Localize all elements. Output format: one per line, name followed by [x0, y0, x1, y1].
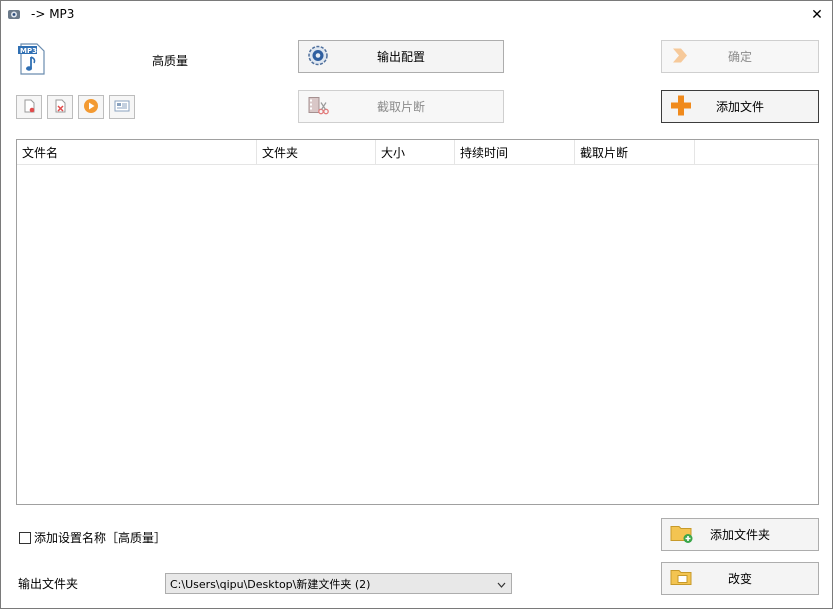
add-setting-name-checkbox[interactable]	[19, 531, 31, 544]
media-info-button[interactable]	[109, 95, 135, 119]
title-bar: -> MP3 ✕	[1, 1, 832, 29]
change-folder-button[interactable]: 改变	[661, 562, 819, 595]
column-header-folder[interactable]: 文件夹	[257, 140, 376, 164]
column-header-size[interactable]: 大小	[376, 140, 455, 164]
plus-icon	[670, 94, 692, 119]
file-list-table[interactable]: 文件名 文件夹 大小 持续时间 截取片断	[16, 139, 819, 505]
folder-icon	[670, 566, 694, 591]
column-header-clip[interactable]: 截取片断	[575, 140, 695, 164]
play-button[interactable]	[78, 95, 104, 119]
change-label: 改变	[727, 572, 752, 586]
add-file-label: 添加文件	[715, 100, 764, 114]
play-icon	[83, 98, 99, 117]
film-scissors-icon	[307, 94, 329, 119]
svg-text:MP3: MP3	[20, 47, 37, 55]
close-icon: ✕	[811, 7, 823, 23]
info-icon	[114, 99, 130, 116]
app-icon	[7, 7, 21, 21]
quality-label: 高质量	[152, 54, 189, 68]
window-title: -> MP3	[31, 7, 75, 21]
close-button[interactable]: ✕	[802, 1, 832, 29]
ok-button[interactable]: 确定	[661, 40, 819, 73]
remove-icon	[22, 99, 36, 116]
output-config-label: 输出配置	[376, 50, 425, 64]
add-folder-label: 添加文件夹	[709, 528, 770, 542]
clear-icon	[53, 99, 67, 116]
output-folder-value: C:\Users\qipu\Desktop\新建文件夹 (2)	[170, 577, 371, 591]
chevron-down-icon	[497, 579, 506, 588]
add-setting-name-label: 添加设置名称［高质量］	[34, 531, 167, 545]
clip-label: 截取片断	[376, 100, 425, 114]
table-header: 文件名 文件夹 大小 持续时间 截取片断	[17, 140, 818, 165]
output-folder-select[interactable]: C:\Users\qipu\Desktop\新建文件夹 (2)	[165, 573, 512, 594]
add-setting-name-option[interactable]: 添加设置名称［高质量］	[19, 529, 166, 546]
ok-label: 确定	[727, 50, 752, 64]
remove-file-button[interactable]	[16, 95, 42, 119]
output-folder-label: 输出文件夹	[18, 577, 79, 591]
column-header-filename[interactable]: 文件名	[17, 140, 257, 164]
folder-add-icon	[670, 522, 694, 547]
output-config-button[interactable]: 输出配置	[298, 40, 504, 73]
add-file-button[interactable]: 添加文件	[661, 90, 819, 123]
column-header-duration[interactable]: 持续时间	[455, 140, 575, 164]
clip-button[interactable]: 截取片断	[298, 90, 504, 123]
mp3-format-icon: MP3	[17, 43, 47, 75]
add-folder-button[interactable]: 添加文件夹	[661, 518, 819, 551]
arrow-right-icon	[670, 45, 690, 68]
settings-gear-icon	[307, 44, 329, 69]
clear-list-button[interactable]	[47, 95, 73, 119]
converter-window: -> MP3 ✕ MP3 高质量 输出配置 确定 截取片断 添加文件 文件名 文…	[0, 0, 833, 609]
